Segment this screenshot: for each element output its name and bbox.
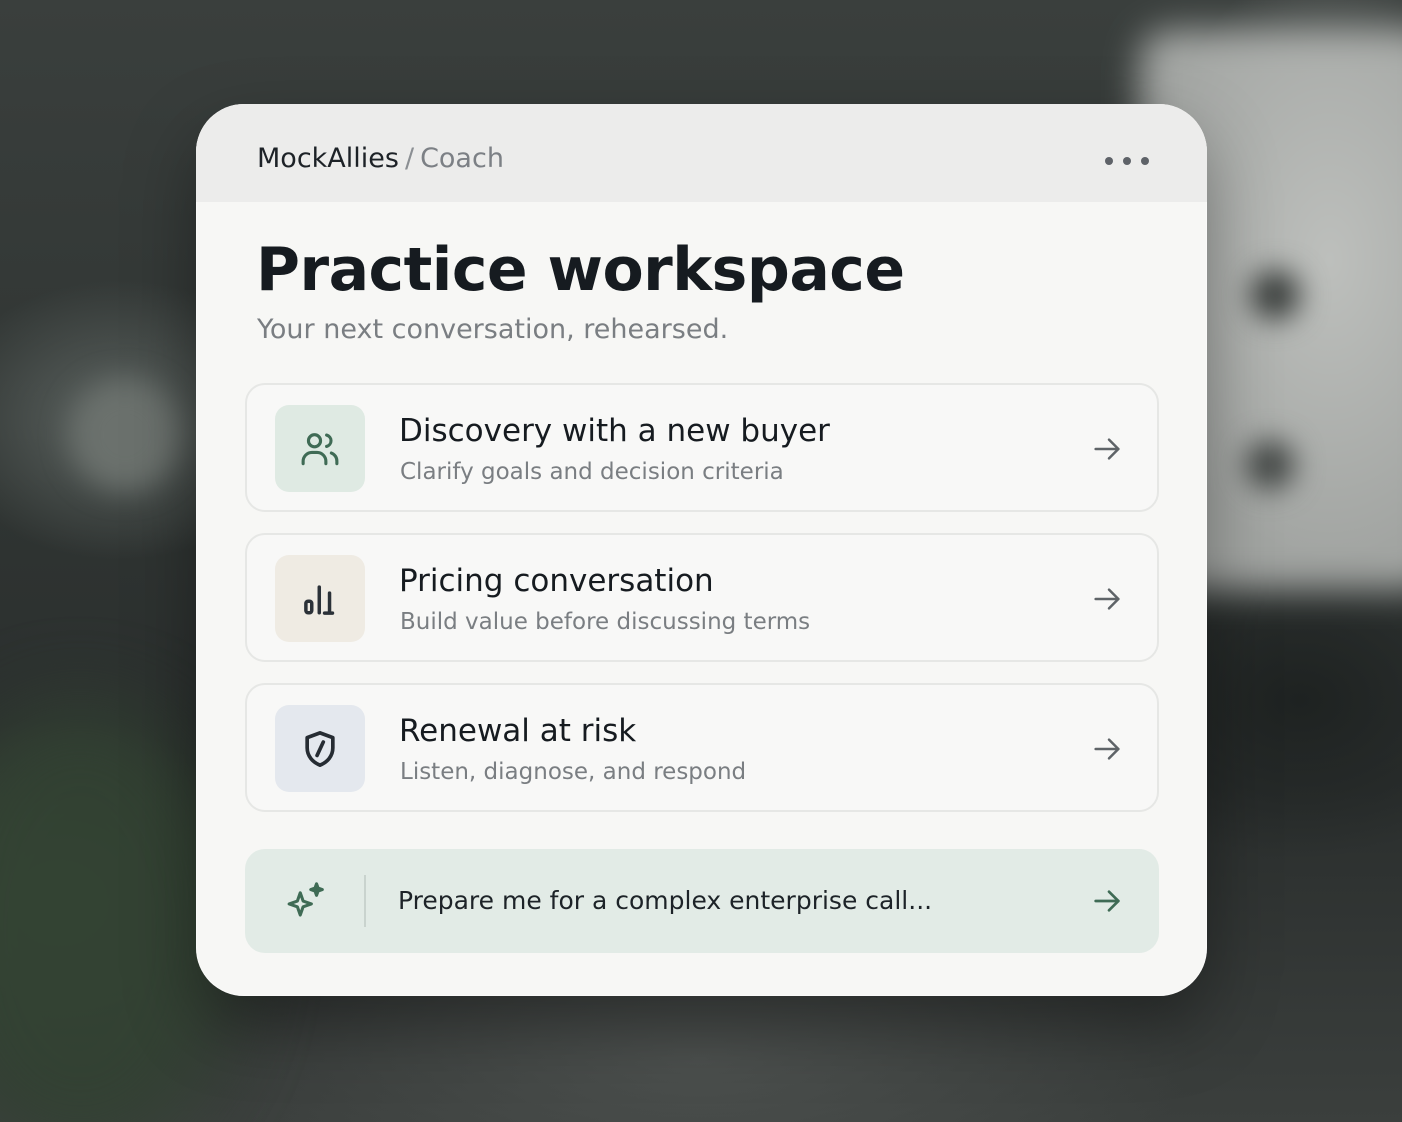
arrow-right-icon (1094, 588, 1120, 610)
scenario-description: Listen, diagnose, and respond (400, 759, 747, 785)
more-horizontal-icon-dot (1105, 157, 1113, 165)
breadcrumb-app-name[interactable]: MockAllies (257, 143, 399, 174)
scenario-card-renewal[interactable]: Renewal at risk Listen, diagnose, and re… (245, 683, 1159, 812)
more-horizontal-icon-dot (1141, 157, 1149, 165)
send-arrow-button[interactable] (1091, 885, 1123, 917)
scenario-card-discovery[interactable]: Discovery with a new buyer Clarify goals… (245, 383, 1159, 512)
coach-prompt-input[interactable]: Prepare me for a complex enterprise call… (245, 849, 1159, 953)
prompt-divider (364, 875, 366, 927)
card-header: MockAllies / Coach (196, 104, 1207, 202)
prompt-text[interactable]: Prepare me for a complex enterprise call… (398, 884, 932, 918)
scenario-description: Build value before discussing terms (400, 609, 811, 635)
scenario-description: Clarify goals and decision criteria (400, 459, 784, 485)
breadcrumb-separator: / (404, 143, 415, 174)
background-blob (70, 380, 180, 490)
arrow-right-icon (1094, 438, 1120, 460)
scenario-title: Discovery with a new buyer (399, 413, 830, 449)
scenario-title: Renewal at risk (399, 713, 637, 749)
scenario-card-pricing[interactable]: Pricing conversation Build value before … (245, 533, 1159, 662)
background-blob (1250, 270, 1300, 320)
breadcrumb: MockAllies / Coach (257, 142, 504, 176)
users-icon (275, 405, 365, 492)
bar-chart-icon (275, 555, 365, 642)
shield-icon (275, 705, 365, 792)
page-title: Practice workspace (256, 235, 905, 305)
scenario-title: Pricing conversation (399, 563, 714, 599)
breadcrumb-current-page: Coach (420, 143, 504, 174)
workspace-card: MockAllies / Coach Practice workspace Your… (196, 104, 1207, 996)
more-horizontal-icon-dot (1123, 157, 1131, 165)
page-subtitle: Your next conversation, rehearsed. (257, 314, 729, 345)
sparkles-icon (287, 882, 324, 917)
background-blob (1245, 440, 1295, 490)
arrow-right-icon (1094, 738, 1120, 760)
more-options-button[interactable] (1105, 150, 1149, 172)
